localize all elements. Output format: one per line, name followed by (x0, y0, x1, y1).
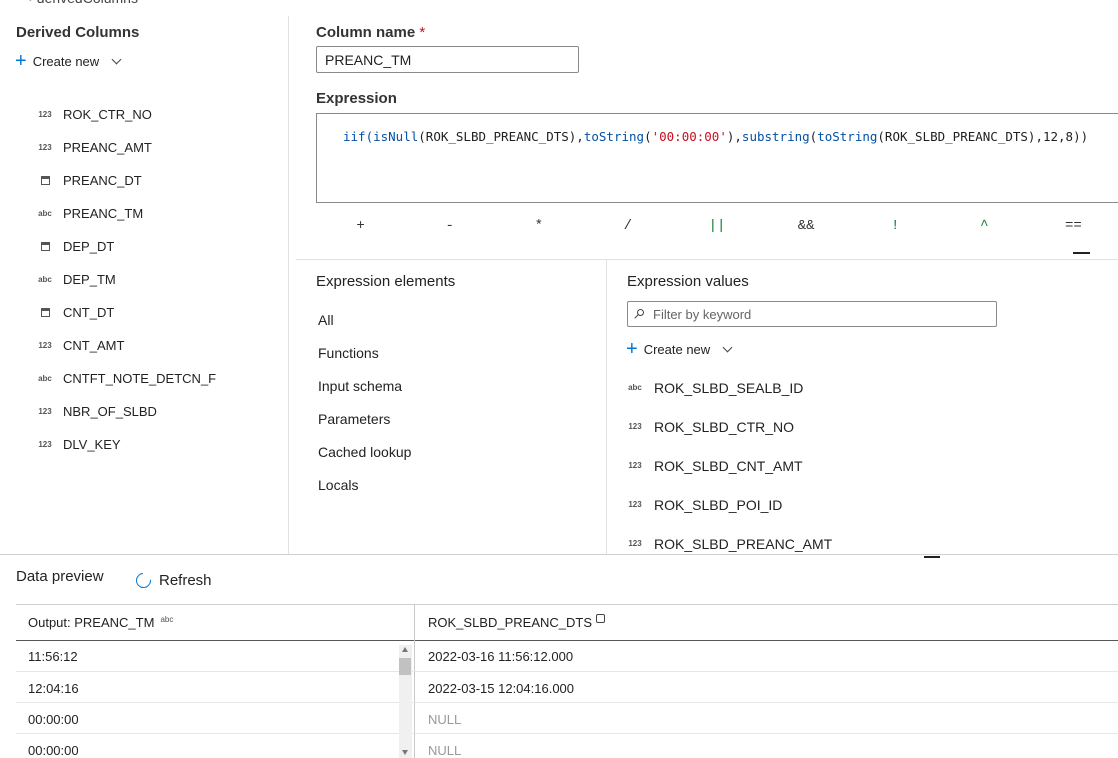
calendar-icon (37, 308, 53, 317)
table-cell: NULL (428, 743, 462, 758)
list-item[interactable]: DEP_DT (37, 230, 277, 263)
string-type-icon: abc (628, 383, 642, 392)
create-new-value-button[interactable]: + Create new (626, 338, 733, 360)
table-cell: 00:00:00 (28, 743, 79, 758)
calendar-icon (37, 242, 53, 251)
divider (296, 259, 1118, 260)
column-divider[interactable] (414, 604, 415, 758)
list-item[interactable]: abc DEP_TM (37, 263, 277, 296)
table-cell: 00:00:00 (28, 712, 79, 727)
expression-values-title: Expression values (627, 273, 749, 290)
list-item[interactable]: 123 ROK_SLBD_CTR_NO (627, 407, 832, 446)
chevron-down-icon (722, 342, 733, 352)
minus-operator-button[interactable]: - (405, 214, 494, 238)
string-type-icon: abc (160, 615, 174, 624)
refresh-icon (132, 569, 155, 592)
list-item[interactable]: CNT_DT (37, 296, 277, 329)
list-item[interactable]: abc CNTFT_NOTE_DETCN_F (37, 362, 277, 395)
column-name-label: Column name * (316, 24, 426, 41)
list-item[interactable]: 123 PREANC_AMT (37, 131, 277, 164)
table-cell: 11:56:12 (28, 649, 78, 664)
expression-elements-title: Expression elements (316, 273, 456, 290)
expression-values-list: abc ROK_SLBD_SEALB_ID 123 ROK_SLBD_CTR_NO … (627, 368, 832, 563)
number-type-icon: 123 (38, 407, 52, 416)
row-divider (16, 671, 1118, 672)
not-operator-button[interactable]: ! (851, 214, 940, 238)
table-cell: 2022-03-15 12:04:16.000 (428, 681, 575, 696)
expression-elements-list: All Functions Input schema Parameters Ca… (318, 303, 411, 501)
datetime-icon (596, 614, 605, 623)
list-item[interactable]: 123 NBR_OF_SLBD (37, 395, 277, 428)
element-item-input-schema[interactable]: Input schema (318, 369, 411, 402)
divider (0, 554, 1118, 555)
list-item[interactable]: PREANC_DT (37, 164, 277, 197)
create-new-column-button[interactable]: + Create new (15, 50, 122, 72)
scrollbar-thumb[interactable] (399, 658, 411, 675)
column-header-output[interactable]: Output: PREANC_TM abc (28, 615, 173, 630)
list-item[interactable]: 123 ROK_SLBD_PREANC_AMT (627, 524, 832, 563)
plus-icon: + (626, 338, 638, 360)
and-operator-button[interactable]: && (762, 214, 851, 238)
string-type-icon: abc (38, 209, 52, 218)
plus-icon: + (15, 50, 27, 72)
derived-columns-list: 123 ROK_CTR_NO 123 PREANC_AMT PREANC_DT ab… (37, 98, 277, 461)
list-item[interactable]: 123 ROK_CTR_NO (37, 98, 277, 131)
equals-operator-button[interactable]: == (1029, 214, 1118, 238)
number-type-icon: 123 (628, 422, 642, 431)
column-name-input[interactable] (316, 46, 579, 73)
number-type-icon: 123 (628, 539, 642, 548)
expression-editor[interactable] (316, 113, 1118, 203)
number-type-icon: 123 (628, 461, 642, 470)
pane-divider (288, 16, 289, 554)
number-type-icon: 123 (628, 500, 642, 509)
divide-operator-button[interactable]: / (583, 214, 672, 238)
list-item[interactable]: 123 ROK_SLBD_POI_ID (627, 485, 832, 524)
calendar-icon (37, 176, 53, 185)
element-item-all[interactable]: All (318, 303, 411, 336)
scroll-down-arrow-icon[interactable] (402, 750, 408, 755)
list-item[interactable]: 123 DLV_KEY (37, 428, 277, 461)
column-header-dts[interactable]: ROK_SLBD_PREANC_DTS (428, 614, 605, 630)
list-item[interactable]: abc ROK_SLBD_SEALB_ID (627, 368, 832, 407)
table-cell: 12:04:16 (28, 681, 79, 696)
search-icon (634, 308, 645, 320)
header-underline (16, 640, 1118, 641)
element-item-parameters[interactable]: Parameters (318, 402, 411, 435)
element-item-cached-lookup[interactable]: Cached lookup (318, 435, 411, 468)
breadcrumb: • derivedColumns (28, 0, 138, 6)
multiply-operator-button[interactable]: * (494, 214, 583, 238)
row-divider (16, 702, 1118, 703)
or-operator-button[interactable]: || (672, 214, 761, 238)
number-type-icon: 123 (38, 341, 52, 350)
scroll-up-arrow-icon[interactable] (402, 647, 408, 652)
derived-columns-title: Derived Columns (16, 24, 140, 41)
filter-input[interactable] (651, 305, 985, 323)
table-cell: 2022-03-16 11:56:12.000 (428, 649, 574, 664)
divider (606, 259, 607, 554)
chevron-down-icon (111, 54, 122, 64)
data-preview-title: Data preview (16, 568, 104, 585)
operator-more-indicator (1073, 252, 1090, 254)
operator-toolbar: + - * / || && ! ^ == (316, 214, 1118, 238)
divider (16, 604, 1118, 605)
string-type-icon: abc (38, 275, 52, 284)
refresh-button[interactable]: Refresh (132, 569, 212, 592)
list-item[interactable]: 123 CNT_AMT (37, 329, 277, 362)
plus-operator-button[interactable]: + (316, 214, 405, 238)
list-item[interactable]: 123 ROK_SLBD_CNT_AMT (627, 446, 832, 485)
caret-operator-button[interactable]: ^ (940, 214, 1029, 238)
row-divider (16, 733, 1118, 734)
number-type-icon: 123 (38, 110, 52, 119)
element-item-functions[interactable]: Functions (318, 336, 411, 369)
expression-label: Expression (316, 90, 397, 107)
filter-box[interactable] (627, 301, 997, 327)
list-item[interactable]: abc PREANC_TM (37, 197, 277, 230)
element-item-locals[interactable]: Locals (318, 468, 411, 501)
string-type-icon: abc (38, 374, 52, 383)
expression-code[interactable]: iif(isNull(ROK_SLBD_PREANC_DTS),toString… (343, 129, 1088, 144)
number-type-icon: 123 (38, 143, 52, 152)
splitter-handle[interactable] (924, 556, 940, 558)
number-type-icon: 123 (38, 440, 52, 449)
table-cell: NULL (428, 712, 462, 727)
